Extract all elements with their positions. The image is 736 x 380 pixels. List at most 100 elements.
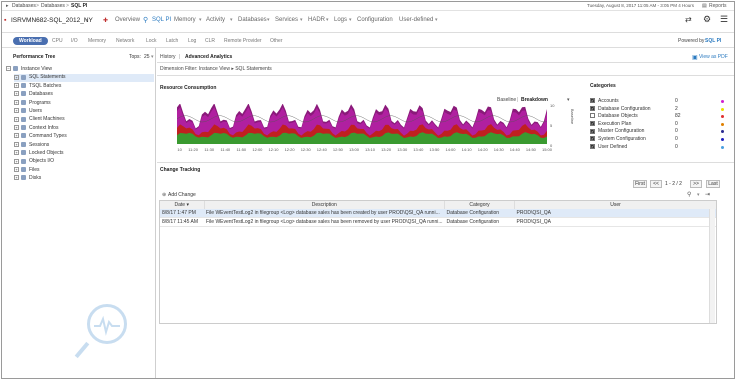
nav-services[interactable]: Services	[275, 17, 298, 23]
expand-icon[interactable]: +	[14, 158, 19, 164]
resource-chart[interactable]: 11:10 11:20 11:30 11:40 11:50 12:00 12:10 12:20…	[177, 104, 557, 160]
category-checkbox[interactable]	[590, 113, 595, 119]
tree-item[interactable]: + Context Infos	[14, 125, 154, 133]
baseline-toggle[interactable]: Baseline	[497, 97, 516, 103]
nav-databases[interactable]: Databases	[238, 17, 267, 23]
chevron-down-icon[interactable]: ▾	[349, 17, 352, 23]
reports-icon[interactable]: ▤	[702, 3, 707, 9]
tree-item[interactable]: + TSQL Batches	[14, 83, 154, 91]
tree-item[interactable]: + Files	[14, 167, 154, 175]
chevron-down-icon[interactable]: ▾	[697, 192, 700, 198]
category-row[interactable]: Database Objects 82	[590, 113, 730, 120]
category-row[interactable]: ✓ Database Configuration 2	[590, 106, 730, 113]
prev-page-button[interactable]: <<	[650, 180, 662, 188]
export-icon[interactable]: ⇥	[705, 191, 710, 198]
category-row[interactable]: ✓ System Configuration 0	[590, 136, 730, 143]
nav-configuration[interactable]: Configuration	[357, 17, 393, 23]
col-category[interactable]: Category	[444, 201, 516, 209]
category-checkbox[interactable]: ✓	[590, 136, 595, 142]
tree-item[interactable]: + Locked Objects	[14, 150, 154, 158]
expand-icon[interactable]: +	[14, 99, 19, 105]
chevron-down-icon[interactable]: ▾	[230, 17, 233, 23]
expand-icon[interactable]: +	[14, 166, 19, 172]
expand-icon[interactable]: +	[14, 82, 19, 88]
nav-memory[interactable]: Memory	[174, 17, 196, 23]
tree-item[interactable]: + Users	[14, 108, 154, 116]
chevron-down-icon[interactable]: ▾	[435, 17, 438, 23]
category-row[interactable]: ✓ Execution Plan 0	[590, 121, 730, 128]
gear-icon[interactable]: ⚙	[703, 14, 711, 25]
chevron-down-icon[interactable]: ▾	[199, 17, 202, 23]
nav-user-defined[interactable]: User-defined	[399, 17, 433, 23]
tree-item[interactable]: + Disks	[14, 175, 154, 183]
history-link[interactable]: History	[160, 54, 176, 60]
chevron-down-icon[interactable]: ▾	[151, 54, 154, 60]
col-date[interactable]: Date ▾	[160, 201, 205, 209]
chevron-down-icon[interactable]: ▾	[300, 17, 303, 23]
tree-item[interactable]: + Sessions	[14, 142, 154, 150]
next-page-button[interactable]: >>	[690, 180, 702, 188]
category-checkbox[interactable]: ✓	[590, 128, 595, 134]
expand-icon[interactable]: +	[14, 141, 19, 147]
tab-lock[interactable]: Lock	[146, 38, 157, 44]
tree-item[interactable]: + Objects I/O	[14, 158, 154, 166]
chevron-down-icon[interactable]: ▾	[567, 97, 570, 103]
reports-link[interactable]: Reports	[709, 3, 727, 9]
tab-workload[interactable]: Workload	[13, 37, 48, 45]
tab-latch[interactable]: Latch	[166, 38, 178, 44]
tree-item[interactable]: + Programs	[14, 100, 154, 108]
chevron-down-icon[interactable]: ▾	[326, 17, 329, 23]
chevron-down-icon[interactable]: ▾	[85, 17, 88, 24]
add-icon[interactable]: ⊕	[162, 192, 166, 198]
breadcrumb-item[interactable]: Databases	[41, 3, 65, 9]
nav-sql-pi[interactable]: SQL PI	[152, 17, 171, 23]
table-row[interactable]: 8/8/17 1:47 PM File WEventTestLog2 in fil…	[160, 209, 716, 218]
breakdown-toggle[interactable]: Breakdown	[521, 97, 548, 103]
breadcrumb-item[interactable]: Databases	[12, 3, 36, 9]
tab-remote-provider[interactable]: Remote Provider	[224, 38, 262, 44]
tab-log[interactable]: Log	[188, 38, 196, 44]
tree-item[interactable]: + Command Types	[14, 133, 154, 141]
collapse-icon[interactable]: −	[6, 66, 11, 72]
category-row[interactable]: ✓ Master Configuration 0	[590, 128, 730, 135]
tree-item[interactable]: + Databases	[14, 91, 154, 99]
search-icon[interactable]: ⚲	[687, 191, 691, 198]
expand-icon[interactable]: +	[14, 116, 19, 122]
menu-icon[interactable]: ☰	[720, 14, 728, 25]
category-checkbox[interactable]: ✓	[590, 98, 595, 104]
table-scrollbar[interactable]	[709, 209, 715, 323]
col-description[interactable]: Description	[204, 201, 446, 209]
nav-activity[interactable]: Activity	[206, 17, 225, 23]
expand-icon[interactable]: +	[14, 124, 19, 130]
home-icon[interactable]: ▸	[6, 3, 9, 9]
category-checkbox[interactable]: ✓	[590, 143, 595, 149]
tab-memory[interactable]: Memory	[88, 38, 106, 44]
tab-other[interactable]: Other	[270, 38, 283, 44]
expand-icon[interactable]: +	[14, 133, 19, 139]
tab-io[interactable]: I/O	[71, 38, 78, 44]
tree-item[interactable]: + SQL Statements	[14, 74, 154, 83]
last-page-button[interactable]: Last	[706, 180, 720, 188]
expand-icon[interactable]: +	[14, 74, 19, 80]
tab-clr[interactable]: CLR	[205, 38, 215, 44]
nav-logs[interactable]: Logs	[334, 17, 347, 23]
tab-cpu[interactable]: CPU	[52, 38, 63, 44]
server-selector[interactable]: ISRVMN682-SQL_2012_NY	[11, 17, 93, 24]
view-pdf-link[interactable]: View as PDF	[699, 54, 728, 60]
expand-icon[interactable]: +	[14, 108, 19, 114]
first-page-button[interactable]: First	[633, 180, 647, 188]
add-change-button[interactable]: Add Change	[168, 192, 196, 198]
category-row[interactable]: ✓ User Defined 0	[590, 144, 730, 151]
expand-icon[interactable]: +	[14, 175, 19, 181]
col-user[interactable]: User	[515, 201, 716, 209]
chevron-down-icon[interactable]: ▾	[267, 17, 270, 23]
category-row[interactable]: ✓ Accounts 0	[590, 98, 730, 105]
expand-icon[interactable]: +	[14, 91, 19, 97]
refresh-icon[interactable]: ⇄	[685, 15, 692, 24]
tree-item[interactable]: + Client Machines	[14, 116, 154, 124]
expand-icon[interactable]: +	[14, 150, 19, 156]
advanced-analytics-link[interactable]: Advanced Analytics	[185, 54, 232, 60]
tree-item[interactable]: − Instance View	[6, 66, 154, 74]
table-row[interactable]: 8/8/17 11:45 AM File WEventTestLog2 in fi…	[160, 217, 716, 227]
tops-select[interactable]: 25	[144, 54, 150, 60]
